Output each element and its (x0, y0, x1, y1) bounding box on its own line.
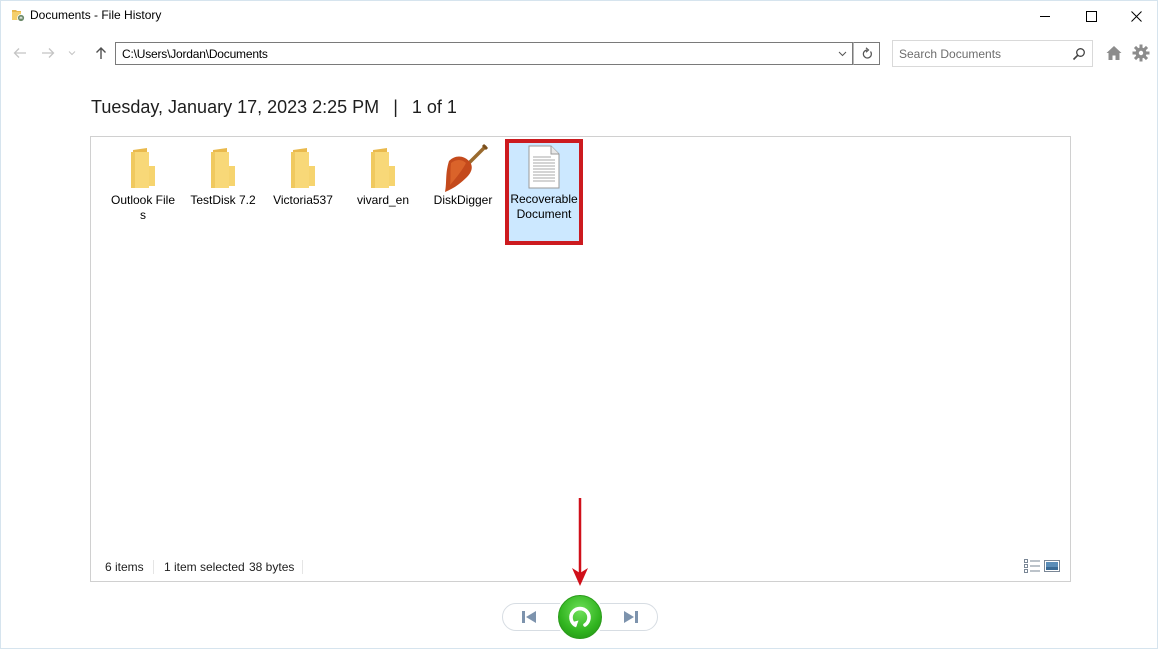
restore-icon (569, 606, 591, 628)
restore-button-face (558, 595, 602, 639)
close-button[interactable] (1113, 1, 1158, 31)
folder-icon (291, 148, 315, 188)
chevron-down-icon (838, 51, 846, 57)
recent-locations-button[interactable] (65, 43, 79, 63)
status-bar: 6 items 1 item selected 38 bytes (91, 553, 1070, 581)
search-icon[interactable] (1072, 47, 1086, 61)
text-document-icon (528, 145, 560, 189)
selection-count: 1 item selected (164, 560, 245, 574)
file-item-label: TestDisk 7.2 (190, 193, 256, 207)
file-item-outlook-files[interactable]: Outlook Files (107, 143, 179, 223)
window-title: Documents - File History (30, 8, 162, 22)
file-history-app-icon (12, 10, 25, 22)
status-divider (153, 560, 154, 574)
file-history-window: Documents - File History C:\Users\Jordan… (0, 0, 1158, 649)
next-version-button[interactable] (598, 603, 658, 631)
forward-button[interactable] (39, 43, 57, 63)
file-item-victoria537[interactable]: Victoria537 (267, 143, 339, 208)
backup-date: Tuesday, January 17, 2023 2:25 PM (91, 97, 380, 117)
arrow-right-icon (42, 48, 55, 58)
gear-icon[interactable] (1132, 44, 1150, 62)
file-item-label: DiskDigger (433, 193, 493, 207)
folder-icon (131, 148, 155, 188)
up-button[interactable] (92, 43, 110, 63)
refresh-icon (862, 47, 872, 59)
file-item-diskdigger[interactable]: DiskDigger (427, 143, 499, 208)
header-separator: | (393, 97, 398, 117)
search-box[interactable]: Search Documents (892, 40, 1093, 67)
refresh-button[interactable] (853, 42, 880, 65)
folder-icon (211, 148, 235, 188)
minimize-icon (1039, 15, 1050, 17)
home-icon[interactable] (1105, 44, 1123, 62)
skip-previous-icon (522, 611, 536, 623)
search-input[interactable]: Search Documents (899, 47, 1001, 61)
status-divider (302, 560, 303, 574)
back-button[interactable] (11, 43, 29, 63)
folder-icon (371, 148, 395, 188)
file-item-label: Recoverable Document (510, 192, 578, 221)
address-dropdown-button[interactable] (836, 47, 848, 61)
maximize-button[interactable] (1068, 1, 1114, 31)
restore-button[interactable] (556, 593, 604, 641)
file-item-label: Victoria537 (273, 193, 333, 207)
maximize-icon (1085, 10, 1097, 22)
address-path[interactable]: C:\Users\Jordan\Documents (122, 47, 268, 61)
file-item-label: vivard_en (356, 193, 410, 207)
selection-size: 38 bytes (249, 560, 295, 574)
arrow-up-icon (96, 47, 106, 59)
file-item-testdisk[interactable]: TestDisk 7.2 (187, 143, 259, 208)
previous-version-button[interactable] (502, 603, 562, 631)
backup-date-header: Tuesday, January 17, 2023 2:25 PM | 1 of 1 (91, 97, 457, 118)
backup-page-indicator: 1 of 1 (411, 97, 457, 117)
close-icon (1130, 10, 1142, 22)
skip-next-icon (624, 611, 638, 623)
title-bar: Documents - File History (1, 1, 1157, 31)
shovel-icon (445, 143, 489, 192)
address-bar[interactable]: C:\Users\Jordan\Documents (115, 42, 853, 65)
file-item-label: Outlook Files (110, 193, 176, 222)
file-item-vivard-en[interactable]: vivard_en (347, 143, 419, 208)
chevron-down-icon (68, 51, 76, 56)
minimize-button[interactable] (1022, 1, 1068, 31)
arrow-left-icon (13, 48, 26, 58)
file-item-recoverable-document[interactable]: Recoverable Document (505, 139, 583, 245)
file-view[interactable]: Outlook Files TestDisk 7.2 Victoria537 v… (90, 136, 1071, 582)
item-count: 6 items (105, 560, 144, 574)
details-view-icon[interactable] (1024, 559, 1040, 573)
large-icons-view-icon[interactable] (1044, 559, 1060, 573)
